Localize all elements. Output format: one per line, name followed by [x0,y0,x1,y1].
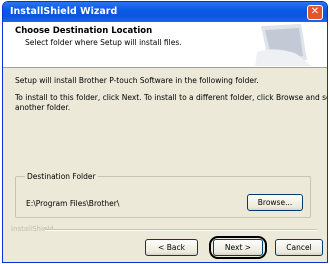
destination-path: E:\Program Files\Brother\ [26,199,120,208]
footer-divider [45,229,317,231]
body-text-1: Setup will install Brother P-touch Softw… [15,76,259,85]
header-title: Choose Destination Location [15,26,153,36]
computer-graphic-icon [255,24,311,66]
body-text-2: To install to this folder, click Next. T… [15,93,328,102]
back-button[interactable]: < Back [145,239,198,256]
cancel-button[interactable]: Cancel [275,239,323,256]
close-icon: ✕ [310,6,320,17]
destination-folder-label: Destination Folder [25,172,98,181]
browse-button[interactable]: Browse... [247,194,303,211]
close-button[interactable]: ✕ [307,5,323,20]
body-text-3: another folder. [15,103,71,112]
wizard-header: Choose Destination Location Select folde… [3,22,327,68]
window-title: InstallShield Wizard [10,6,118,17]
title-bar: InstallShield Wizard ✕ [3,2,327,22]
installer-window: InstallShield Wizard ✕ Choose Destinatio… [2,1,328,263]
next-button-highlight [209,236,267,259]
header-subtitle: Select folder where Setup will install f… [25,38,182,47]
